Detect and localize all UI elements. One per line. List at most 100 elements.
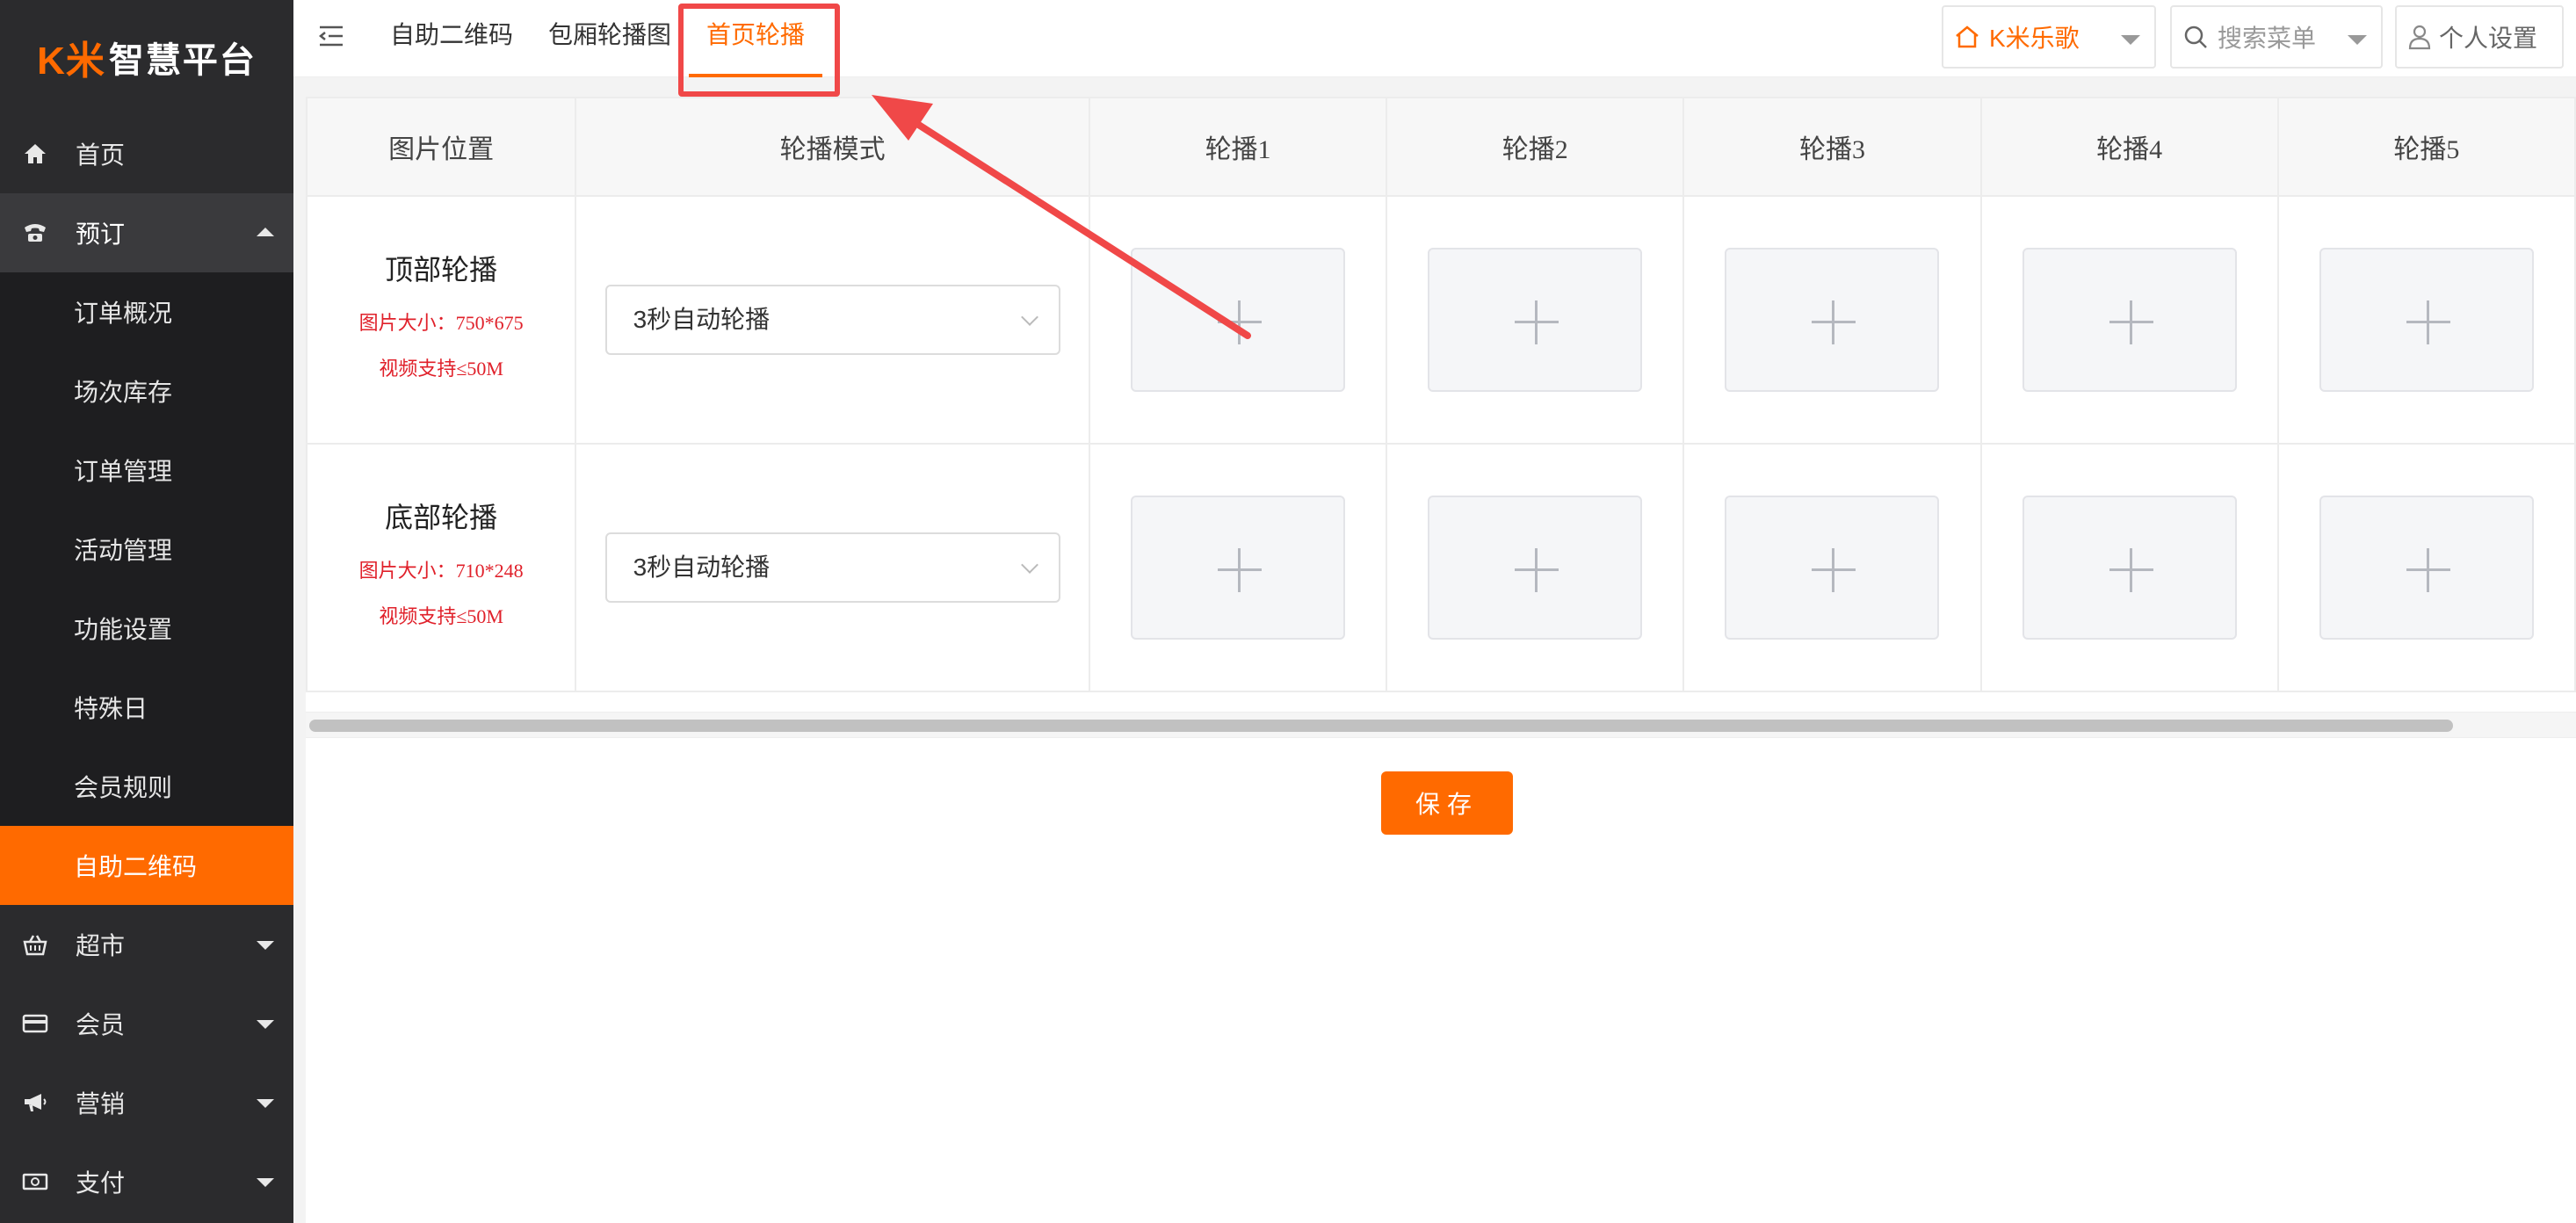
upload-button[interactable]	[2022, 248, 2237, 392]
upload-button[interactable]	[2022, 496, 2237, 640]
table-header-row: 图片位置 轮播模式 轮播1 轮播2 轮播3 轮播4 轮播5	[306, 97, 2576, 197]
brand-logo: K米 智慧平台	[0, 0, 293, 114]
carousel-mode-select[interactable]: 3秒自动轮播	[604, 285, 1060, 355]
carousel-table: 图片位置 轮播模式 轮播1 轮播2 轮播3 轮播4 轮播5 顶部轮播 图片大小：…	[306, 97, 2576, 692]
menu-collapse-icon[interactable]	[318, 23, 344, 49]
position-cell: 顶部轮播 图片大小：750*675 视频支持≤50M	[306, 195, 577, 445]
size-note: 图片大小：710*248	[358, 560, 524, 582]
menu-search[interactable]: 搜索菜单	[2170, 5, 2383, 69]
slide-cell	[2276, 195, 2576, 445]
scrollbar-thumb[interactable]	[309, 720, 2453, 732]
sidebar: K米 智慧平台 首页 预订 订单概况 场次库存 订单管理 活动管理 功能设置 特…	[0, 0, 293, 1223]
upload-button[interactable]	[2319, 496, 2534, 640]
sidebar-subitem-self-qrcode[interactable]: 自助二维码	[0, 826, 293, 905]
search-placeholder: 搜索菜单	[2218, 25, 2317, 52]
caret-down-icon	[257, 1020, 274, 1029]
carousel-table-wrapper[interactable]: 图片位置 轮播模式 轮播1 轮播2 轮播3 轮播4 轮播5 顶部轮播 图片大小：…	[306, 97, 2576, 712]
position-cell: 底部轮播 图片大小：710*248 视频支持≤50M	[306, 443, 577, 692]
sidebar-item-label: 预订	[76, 221, 126, 248]
position-title: 顶部轮播	[385, 254, 498, 286]
header-slide-5: 轮播5	[2276, 97, 2576, 197]
slide-cell	[1682, 443, 1982, 692]
header-slide-4: 轮播4	[1979, 97, 2279, 197]
chevron-down-icon	[1020, 556, 1038, 574]
caret-down-icon	[257, 941, 274, 950]
plus-icon	[2129, 300, 2132, 344]
upload-button[interactable]	[1428, 496, 1643, 640]
plus-icon	[1238, 548, 1241, 592]
sidebar-item-booking[interactable]: 预订	[0, 193, 293, 272]
plus-icon	[2129, 548, 2132, 592]
upload-button[interactable]	[1725, 496, 1940, 640]
main-content: 图片位置 轮播模式 轮播1 轮播2 轮播3 轮播4 轮播5 顶部轮播 图片大小：…	[293, 77, 2576, 1223]
sidebar-subitem-order-overview[interactable]: 订单概况	[0, 272, 293, 351]
user-icon	[2407, 24, 2432, 50]
header-slide-2: 轮播2	[1386, 97, 1685, 197]
slide-cell	[1386, 195, 1685, 445]
select-value: 3秒自动轮播	[633, 306, 771, 333]
sidebar-subitem-activity-manage[interactable]: 活动管理	[0, 510, 293, 589]
annotation-highlight-box	[678, 4, 840, 97]
home-icon	[19, 141, 51, 167]
slide-cell	[1979, 443, 2279, 692]
carousel-mode-select[interactable]: 3秒自动轮播	[604, 532, 1060, 603]
save-button[interactable]: 保存	[1381, 771, 1513, 835]
booking-submenu: 订单概况 场次库存 订单管理 活动管理 功能设置 特殊日 会员规则 自助二维码	[0, 272, 293, 905]
horizontal-scrollbar[interactable]	[306, 712, 2576, 738]
position-title: 底部轮播	[385, 502, 498, 533]
store-name: K米乐歌	[1989, 25, 2080, 52]
slide-cell	[1979, 195, 2279, 445]
chevron-down-icon	[1020, 308, 1038, 326]
sidebar-item-marketing[interactable]: 营销	[0, 1063, 293, 1142]
card-icon	[19, 1010, 51, 1037]
caret-down-icon	[257, 1099, 274, 1108]
size-note: 图片大小：750*675	[358, 312, 524, 334]
store-selector[interactable]: K米乐歌	[1942, 5, 2156, 69]
settings-label: 个人设置	[2439, 25, 2538, 52]
plus-icon	[1535, 548, 1538, 592]
select-value: 3秒自动轮播	[633, 554, 771, 581]
carousel-panel: 图片位置 轮播模式 轮播1 轮播2 轮播3 轮播4 轮播5 顶部轮播 图片大小：…	[306, 97, 2576, 1223]
upload-button[interactable]	[2319, 248, 2534, 392]
upload-button[interactable]	[1428, 248, 1643, 392]
basket-icon	[19, 931, 51, 958]
sidebar-item-member[interactable]: 会员	[0, 984, 293, 1063]
header-position: 图片位置	[306, 97, 577, 197]
megaphone-icon	[19, 1089, 51, 1116]
sidebar-item-home[interactable]: 首页	[0, 114, 293, 193]
caret-up-icon	[257, 228, 274, 236]
phone-icon	[19, 220, 51, 246]
mode-cell: 3秒自动轮播	[575, 443, 1090, 692]
header-slide-1: 轮播1	[1088, 97, 1388, 197]
sidebar-subitem-member-rules[interactable]: 会员规则	[0, 747, 293, 826]
plus-icon	[1832, 300, 1835, 344]
tab-room-carousel[interactable]: 包厢轮播图	[548, 18, 671, 60]
sidebar-subitem-session-stock[interactable]: 场次库存	[0, 351, 293, 431]
logo-mark: K米	[37, 40, 105, 83]
sidebar-subitem-special-day[interactable]: 特殊日	[0, 668, 293, 747]
search-icon	[2182, 24, 2209, 50]
sidebar-item-label: 首页	[76, 141, 126, 169]
upload-button[interactable]	[1131, 248, 1346, 392]
upload-button[interactable]	[1131, 496, 1346, 640]
video-note: 视频支持≤50M	[379, 605, 503, 627]
mode-cell: 3秒自动轮播	[575, 195, 1090, 445]
plus-icon	[2426, 548, 2429, 592]
sidebar-subitem-order-manage[interactable]: 订单管理	[0, 431, 293, 510]
upload-button[interactable]	[1725, 248, 1940, 392]
tab-self-qrcode[interactable]: 自助二维码	[390, 18, 513, 60]
sidebar-item-supermarket[interactable]: 超市	[0, 905, 293, 984]
table-row: 底部轮播 图片大小：710*248 视频支持≤50M 3秒自动轮播	[306, 443, 2576, 692]
sidebar-subitem-feature-settings[interactable]: 功能设置	[0, 589, 293, 668]
personal-settings-button[interactable]: 个人设置	[2395, 5, 2564, 69]
plus-icon	[1832, 548, 1835, 592]
home-outline-icon	[1954, 25, 1980, 49]
caret-down-icon	[257, 1178, 274, 1187]
sidebar-item-label: 会员	[76, 1011, 126, 1038]
money-icon	[19, 1169, 51, 1195]
chevron-down-icon	[2121, 35, 2140, 45]
sidebar-item-payment[interactable]: 支付	[0, 1142, 293, 1221]
top-bar: 自助二维码 包厢轮播图 首页轮播 K米乐歌 搜索菜单 个人设置	[293, 0, 2576, 77]
header-slide-3: 轮播3	[1682, 97, 1982, 197]
header-mode: 轮播模式	[575, 97, 1090, 197]
